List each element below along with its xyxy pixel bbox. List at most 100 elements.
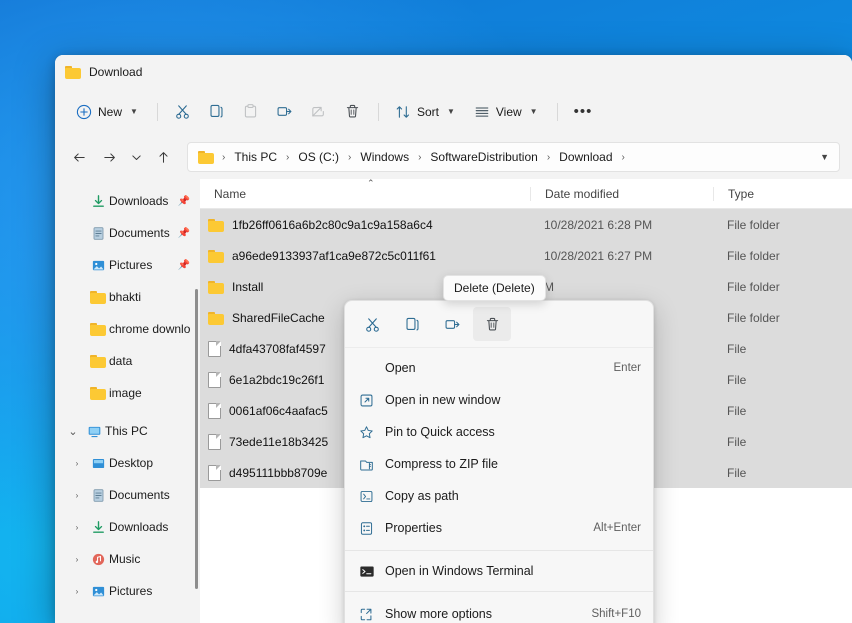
music-icon [87, 552, 109, 567]
expand-chevron-icon[interactable]: › [67, 459, 87, 468]
context-rename-button[interactable] [433, 307, 471, 341]
context-item-copy-as-path[interactable]: Copy as path [345, 480, 653, 512]
breadcrumb-separator: › [283, 152, 292, 163]
address-dropdown-icon[interactable]: ▼ [820, 152, 831, 162]
context-item-properties[interactable]: Properties Alt+Enter [345, 512, 653, 544]
new-button[interactable]: New ▼ [69, 96, 148, 128]
sidebar-item-downloads[interactable]: Downloads 📌 [59, 185, 196, 217]
paste-icon [242, 103, 259, 120]
rename-icon [276, 103, 293, 120]
context-item-pin-to-quick-access[interactable]: Pin to Quick access [345, 416, 653, 448]
context-menu-main-items: Open Enter Open in new window [345, 348, 653, 546]
type-cell: File [713, 373, 852, 387]
share-button[interactable] [303, 96, 335, 128]
delete-button[interactable] [337, 96, 369, 128]
table-row[interactable]: a96ede9133937af1ca9e872c5c011f61 10/28/2… [200, 240, 852, 271]
column-header-date-modified[interactable]: Date modified [530, 187, 713, 201]
show-more-icon [359, 607, 385, 622]
context-item-open-in-new-window[interactable]: Open in new window [345, 384, 653, 416]
sidebar-item-data[interactable]: data [59, 345, 196, 377]
sidebar-item-documents-pc[interactable]: › Documents [59, 479, 196, 511]
expand-chevron-icon[interactable]: › [67, 555, 87, 564]
context-item-show-more-options[interactable]: Show more options Shift+F10 [345, 598, 653, 623]
file-name-label: 1fb26ff0616a6b2c80c9a1c9a158a6c4 [232, 218, 433, 232]
date-modified-cell: 10/28/2021 6:28 PM [530, 218, 713, 232]
toolbar-divider-3 [557, 103, 558, 121]
rename-icon [444, 316, 461, 333]
more-options-button[interactable]: ••• [567, 96, 600, 128]
documents-icon [87, 226, 109, 241]
context-item-open-in-windows-terminal[interactable]: Open in Windows Terminal [345, 555, 653, 587]
view-button[interactable]: View ▼ [467, 96, 548, 128]
file-name-cell: a96ede9133937af1ca9e872c5c011f61 [200, 249, 530, 263]
breadcrumb-softwaredistribution[interactable]: SoftwareDistribution [425, 147, 542, 167]
context-item-compress-to-zip[interactable]: Compress to ZIP file [345, 448, 653, 480]
type-cell: File [713, 466, 852, 480]
scissors-icon [174, 103, 191, 120]
chevron-down-icon: ▼ [447, 107, 455, 116]
sort-button-label: Sort [417, 105, 439, 119]
context-delete-button[interactable] [473, 307, 511, 341]
recent-locations-button[interactable] [125, 143, 147, 171]
sidebar-item-bhakti[interactable]: bhakti [59, 281, 196, 313]
sidebar-item-documents[interactable]: Documents 📌 [59, 217, 196, 249]
chevron-down-icon: ▼ [130, 107, 138, 116]
type-cell: File folder [713, 311, 852, 325]
sidebar-item-pictures-pc[interactable]: › Pictures [59, 575, 196, 607]
column-header-name[interactable]: Name [200, 187, 530, 201]
expand-chevron-icon[interactable]: ⌄ [63, 425, 83, 438]
paste-button[interactable] [235, 96, 267, 128]
file-name-label: d495111bbb8709e [229, 466, 327, 480]
context-menu: Open Enter Open in new window [344, 300, 654, 623]
sidebar-item-downloads-pc[interactable]: › Downloads [59, 511, 196, 543]
file-icon [208, 341, 221, 357]
context-cut-button[interactable] [353, 307, 391, 341]
expand-chevron-icon[interactable]: › [67, 491, 87, 500]
rename-button[interactable] [269, 96, 301, 128]
breadcrumb-os-c[interactable]: OS (C:) [293, 147, 344, 167]
breadcrumb-this-pc[interactable]: This PC [229, 147, 282, 167]
sidebar-item-desktop[interactable]: › Desktop [59, 447, 196, 479]
breadcrumb-separator: › [415, 152, 424, 163]
sort-button[interactable]: Sort ▼ [388, 96, 465, 128]
context-menu-divider [345, 550, 653, 551]
context-item-open[interactable]: Open Enter [345, 352, 653, 384]
share-icon [310, 103, 327, 120]
expand-chevron-icon[interactable]: › [67, 523, 87, 532]
sidebar-item-chrome-downloads[interactable]: chrome downlo [59, 313, 196, 345]
type-cell: File [713, 435, 852, 449]
copy-button[interactable] [201, 96, 233, 128]
address-bar[interactable]: › This PC › OS (C:) › Windows › Software… [187, 142, 840, 172]
sidebar-item-music[interactable]: › Music [59, 543, 196, 575]
back-button[interactable] [65, 143, 93, 171]
arrow-up-icon [156, 150, 171, 165]
context-item-label: Copy as path [385, 489, 641, 503]
context-menu-icon-row [345, 301, 653, 348]
file-name-label: 0061af06c4aafac5 [229, 404, 328, 418]
desktop-icon [87, 456, 109, 471]
desktop-background: Download New ▼ [0, 0, 852, 623]
sidebar-item-label: Downloads [109, 194, 176, 208]
sidebar-item-label: Pictures [109, 584, 190, 598]
up-button[interactable] [149, 143, 177, 171]
column-header-type[interactable]: Type [713, 187, 852, 201]
open-new-window-icon [359, 393, 385, 408]
window-title: Download [89, 65, 142, 79]
context-copy-button[interactable] [393, 307, 431, 341]
pictures-icon [87, 584, 109, 599]
forward-button[interactable] [95, 143, 123, 171]
sidebar-scrollbar[interactable] [195, 289, 198, 589]
cut-button[interactable] [167, 96, 199, 128]
expand-chevron-icon[interactable]: › [67, 587, 87, 596]
pictures-icon [87, 258, 109, 273]
breadcrumb-download[interactable]: Download [554, 147, 617, 167]
sort-arrows-icon [395, 104, 411, 120]
table-row[interactable]: 1fb26ff0616a6b2c80c9a1c9a158a6c4 10/28/2… [200, 209, 852, 240]
pin-icon: 📌 [176, 228, 190, 239]
navigation-bar: › This PC › OS (C:) › Windows › Software… [55, 135, 852, 179]
sidebar-item-pictures[interactable]: Pictures 📌 [59, 249, 196, 281]
sidebar-item-image[interactable]: image [59, 377, 196, 409]
type-cell: File folder [713, 280, 852, 294]
breadcrumb-windows[interactable]: Windows [355, 147, 414, 167]
sidebar-item-this-pc[interactable]: ⌄ This PC [59, 415, 196, 447]
